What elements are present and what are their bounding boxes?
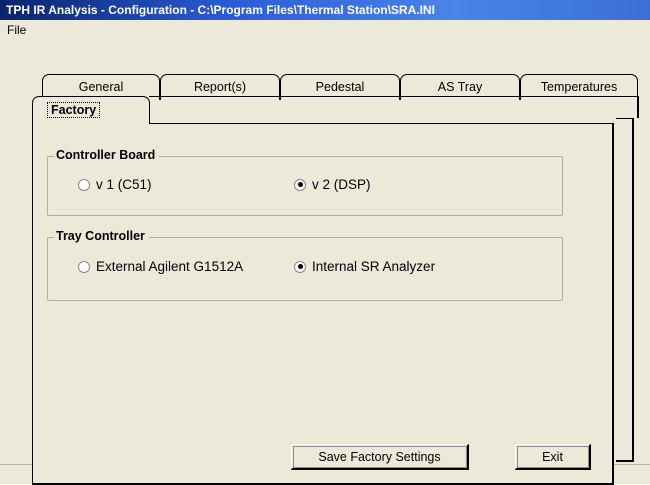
radio-button-selected-icon [294,178,306,191]
radio-button-selected-icon [294,260,306,273]
tray-controller-title: Tray Controller [54,229,149,243]
tab-temperatures-label: Temperatures [540,80,618,94]
menu-file[interactable]: File [4,23,29,37]
tab-pedestal-label: Pedestal [315,80,365,94]
radio-button-icon [78,260,90,273]
title-bar[interactable]: TPH IR Analysis - Configuration - C:\Pro… [0,0,650,20]
back-panel-edge [616,118,634,462]
tab-factory-label: Factory [47,102,101,118]
radio-v1-c51-label: v 1 (C51) [96,177,152,192]
radio-external-agilent-label: External Agilent G1512A [96,259,244,274]
window-title: TPH IR Analysis - Configuration - C:\Pro… [6,3,435,17]
save-factory-settings-button[interactable]: Save Factory Settings [291,444,469,470]
radio-internal-sr[interactable]: Internal SR Analyzer [294,259,435,274]
controller-board-group: Controller Board v 1 (C51) v 2 (DSP) [47,148,563,216]
config-window: TPH IR Analysis - Configuration - C:\Pro… [0,0,650,485]
factory-panel: Controller Board v 1 (C51) v 2 (DSP) Tra… [32,123,614,485]
tab-container: General Report(s) Pedestal AS Tray Tempe… [8,40,650,485]
tab-factory[interactable]: Factory [32,96,150,124]
radio-v1-c51[interactable]: v 1 (C51) [78,177,152,192]
controller-board-title: Controller Board [54,148,160,162]
tray-controller-group: Tray Controller External Agilent G1512A … [47,229,563,301]
radio-external-agilent[interactable]: External Agilent G1512A [78,259,243,274]
radio-v2-dsp-label: v 2 (DSP) [312,177,371,192]
radio-v2-dsp[interactable]: v 2 (DSP) [294,177,371,192]
tab-general-label: General [78,80,124,94]
tab-as-tray-label: AS Tray [437,80,483,94]
menu-bar: File [0,20,650,40]
radio-button-icon [78,178,90,191]
tab-reports-label: Report(s) [193,80,247,94]
radio-internal-sr-label: Internal SR Analyzer [312,259,436,274]
exit-button[interactable]: Exit [515,444,591,470]
tab-row-divider [149,96,639,118]
